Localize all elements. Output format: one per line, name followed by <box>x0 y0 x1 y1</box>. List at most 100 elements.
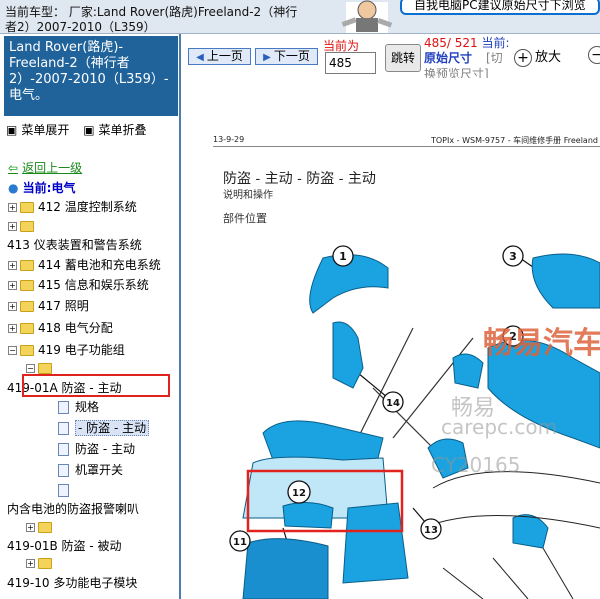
tree-item-label: 规格 <box>75 400 100 414</box>
folder-open-icon <box>20 345 34 356</box>
go-button[interactable]: 跳转 <box>385 44 421 72</box>
document-icon <box>58 464 69 477</box>
back-link[interactable]: ⇦ 返回上一级 <box>8 159 82 176</box>
collapse-minus-icon[interactable]: − <box>26 364 35 373</box>
globe-icon: ● <box>8 181 19 195</box>
section-heading: 部件位置 <box>223 212 267 225</box>
zoom-in-label: 放大 <box>535 50 562 65</box>
menu-expand-link[interactable]: 菜单展开 <box>21 123 69 137</box>
tree-item-419-01b[interactable]: 419-01B 防盗 - 被动 <box>7 537 122 555</box>
next-page-label: 下一页 <box>273 49 310 63</box>
tree-item-subfolder-3[interactable]: + <box>26 554 56 572</box>
component-diagram: 1 3 2 14 12 13 11 <box>229 245 600 599</box>
expand-plus-icon[interactable]: + <box>8 261 17 270</box>
page-toolbar: ◀ 上一页 ▶ 下一页 当前为 485 跳转 485/ 521 当前: 原始尺寸 [… <box>183 34 600 81</box>
tree-item-label: 419-10 多功能电子模块 <box>7 576 138 590</box>
part-13 <box>342 502 409 584</box>
part-sensor <box>512 514 549 549</box>
callout-label-11: 11 <box>233 537 247 548</box>
mascot-icon <box>341 0 393 33</box>
tip-banner: 自我电脑PC建议原始尺寸下浏览 <box>400 0 600 15</box>
switch-size-link[interactable]: [切 <box>486 49 503 66</box>
tree-item-label: 412 温度控制系统 <box>38 200 137 214</box>
zoom-out-icon[interactable]: − <box>588 46 600 64</box>
expand-plus-icon[interactable]: + <box>8 324 17 333</box>
tree-item-label: 机罩开关 <box>75 463 124 477</box>
folder-icon <box>38 522 52 533</box>
tree-item-label: 413 仪表装置和警告系统 <box>7 238 142 252</box>
tree-item-414[interactable]: +414 蓄电池和充电系统 <box>8 256 161 274</box>
folder-icon <box>20 202 34 213</box>
document-subtitle: 说明和操作 <box>223 190 273 201</box>
folder-icon <box>20 301 34 312</box>
menu-toggle-row: ▣ 菜单展开 ▣ 菜单折叠 <box>6 121 151 138</box>
expand-icon: ▣ <box>6 123 18 137</box>
next-page-button[interactable]: ▶ 下一页 <box>255 48 318 65</box>
header-rule <box>213 146 600 147</box>
folder-icon <box>20 260 34 271</box>
tree-item-415[interactable]: +415 信息和娱乐系统 <box>8 276 149 294</box>
prev-page-button[interactable]: ◀ 上一页 <box>188 48 251 65</box>
callout-label-3: 3 <box>509 250 517 263</box>
folder-icon <box>38 558 52 569</box>
page-header: TOPIx - WSM-9757 - 车间维修手册 Freeland <box>431 136 598 145</box>
part-12 <box>282 502 334 529</box>
current-model-text: 当前车型： 厂家:Land Rover(路虎)Freeland-2（神行者2）2… <box>5 5 298 34</box>
tree-item-label: 414 蓄电池和充电系统 <box>38 258 161 272</box>
expand-plus-icon[interactable]: + <box>8 281 17 290</box>
document-icon <box>58 422 69 435</box>
collapse-minus-icon[interactable]: − <box>8 346 17 355</box>
tree-item-label: - 防盗 - 主动 <box>75 420 150 436</box>
tree-item-417[interactable]: +417 照明 <box>8 297 89 315</box>
part-11 <box>242 538 329 599</box>
tree-item-subfolder-2[interactable]: + <box>26 518 56 536</box>
expand-plus-icon[interactable]: + <box>26 559 35 568</box>
folder-icon <box>20 323 34 334</box>
tree-item-antitheft[interactable]: 防盗 - 主动 <box>58 440 135 458</box>
document-icon <box>58 401 69 414</box>
arrow-left-icon: ◀ <box>196 52 204 63</box>
top-bar: 当前车型： 厂家:Land Rover(路虎)Freeland-2（神行者2）2… <box>0 0 600 34</box>
document-title: 防盗 - 主动 - 防盗 - 主动 <box>223 171 376 187</box>
current-node-label: 当前:电气 <box>22 181 76 195</box>
tree-item-412[interactable]: +412 温度控制系统 <box>8 198 137 216</box>
callout-label-13: 13 <box>424 525 438 536</box>
page-date: 13-9-29 <box>213 135 245 144</box>
collapse-icon: ▣ <box>83 123 95 137</box>
part-14-cluster <box>262 420 384 464</box>
tree-item-label: 内含电池的防盗报警喇叭 <box>7 502 140 516</box>
page-count-value: 485/ 521 <box>424 36 478 50</box>
tree-item-antitheft-selected[interactable]: - 防盗 - 主动 <box>58 419 150 437</box>
tree-item-413[interactable]: 413 仪表装置和警告系统 <box>7 236 142 254</box>
watermark-brand: 畅易汽车 <box>483 326 600 361</box>
tree-item-folder[interactable]: + <box>8 217 38 235</box>
back-arrow-icon: ⇦ <box>8 161 19 175</box>
tree-item-419[interactable]: − 419 电子功能组 <box>8 341 125 359</box>
part-3 <box>531 253 600 309</box>
zoom-in-button[interactable]: + 放大 <box>514 46 572 70</box>
tree-item-doc[interactable] <box>58 481 75 499</box>
callout-label-1: 1 <box>339 250 347 263</box>
highlight-box <box>22 374 170 397</box>
callout-label-14: 14 <box>386 398 400 409</box>
part-mid <box>452 353 484 389</box>
expand-plus-icon[interactable]: + <box>8 302 17 311</box>
tree-item-horn[interactable]: 内含电池的防盗报警喇叭 <box>7 500 139 518</box>
zoom-in-icon: + <box>514 48 532 67</box>
expand-plus-icon[interactable]: + <box>26 523 35 532</box>
back-label: 返回上一级 <box>22 161 83 175</box>
tree-item-418[interactable]: +418 电气分配 <box>8 319 113 337</box>
tree-item-spec[interactable]: 规格 <box>58 398 99 416</box>
expand-plus-icon[interactable]: + <box>8 222 17 231</box>
watermark-id: CY20165 <box>431 453 521 477</box>
menu-collapse-link[interactable]: 菜单折叠 <box>99 123 147 137</box>
folder-open-icon <box>38 363 52 374</box>
tree-item-label: 419-01B 防盗 - 被动 <box>7 539 122 553</box>
tree-item-hood-switch[interactable]: 机罩开关 <box>58 461 123 479</box>
tree-item-label: 防盗 - 主动 <box>75 442 135 456</box>
sidebar-title: Land Rover(路虎)-Freeland-2（神行者2）-2007-201… <box>4 36 178 116</box>
expand-plus-icon[interactable]: + <box>8 203 17 212</box>
tree-item-419-10[interactable]: 419-10 多功能电子模块 <box>7 574 137 592</box>
folder-icon <box>20 280 34 291</box>
page-number-input[interactable]: 485 <box>325 52 376 74</box>
